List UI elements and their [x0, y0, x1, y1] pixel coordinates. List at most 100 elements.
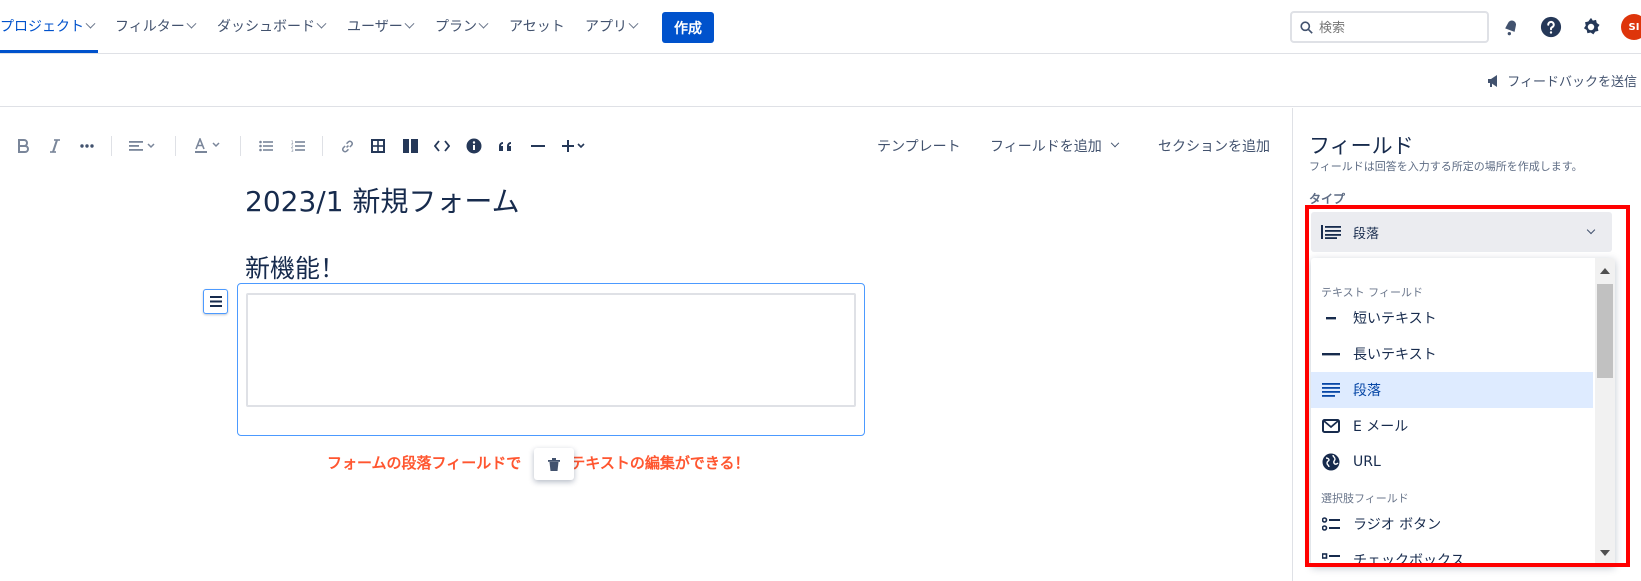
divider-button[interactable]	[528, 134, 548, 158]
help-button[interactable]	[1537, 13, 1565, 41]
nav-plans[interactable]: プラン	[435, 14, 489, 38]
option-email[interactable]: E メール	[1311, 408, 1593, 444]
nav-dashboards[interactable]: ダッシュボード	[217, 14, 327, 38]
nav-filters[interactable]: フィルター	[115, 14, 197, 38]
more-icon	[80, 144, 94, 148]
nav-assets[interactable]: アセット	[509, 14, 565, 38]
scroll-down-icon[interactable]	[1600, 550, 1610, 556]
template-button[interactable]: テンプレート	[877, 134, 961, 158]
avatar[interactable]: SI	[1621, 14, 1641, 40]
quote-button[interactable]	[496, 134, 516, 158]
option-checkboxes[interactable]: チェックボックス	[1311, 542, 1593, 566]
add-section-button[interactable]: セクションを追加	[1158, 134, 1270, 158]
dropdown-scrollbar[interactable]	[1595, 258, 1615, 566]
italic-button[interactable]	[46, 134, 64, 158]
paragraph-icon	[1321, 225, 1341, 239]
bold-button[interactable]	[14, 134, 32, 158]
code-button[interactable]	[432, 134, 452, 158]
field-type-select[interactable]: 段落	[1311, 212, 1612, 252]
field-type-handle[interactable]	[203, 289, 228, 314]
text-color-button[interactable]	[191, 134, 225, 158]
align-left-icon	[129, 141, 155, 151]
columns-icon	[402, 139, 418, 153]
option-url[interactable]: URL	[1311, 444, 1593, 480]
toolbar-divider	[240, 136, 241, 156]
bullet-list-icon	[259, 140, 273, 152]
chevron-down-icon	[316, 18, 327, 29]
paragraph-icon	[209, 296, 222, 307]
help-icon	[1540, 16, 1562, 38]
radio-list-icon	[1322, 517, 1340, 531]
bold-icon	[18, 139, 29, 153]
form-heading[interactable]: 新機能！	[245, 249, 345, 285]
panel-subtitle: フィールドは回答を入力する所定の場所を作成します。	[1309, 160, 1583, 173]
toolbar-divider	[175, 136, 176, 156]
insert-more-button[interactable]	[560, 134, 590, 158]
table-icon	[371, 139, 385, 153]
plus-icon	[562, 140, 585, 152]
group-text-fields: テキスト フィールド	[1321, 286, 1423, 299]
active-nav-indicator	[0, 50, 98, 53]
info-panel-button[interactable]	[464, 134, 484, 158]
layout-button[interactable]	[400, 134, 420, 158]
settings-button[interactable]	[1577, 13, 1605, 41]
info-icon	[466, 138, 482, 154]
delete-field-button[interactable]	[534, 448, 574, 480]
quote-icon	[499, 142, 511, 151]
type-label: タイプ	[1309, 192, 1346, 206]
nav-apps[interactable]: アプリ	[585, 14, 639, 38]
top-navigation: プロジェクト フィルター ダッシュボード ユーザー プラン アセット アプリ 作…	[0, 0, 1641, 54]
link-button[interactable]	[337, 134, 357, 158]
text-color-icon	[195, 138, 220, 153]
scroll-up-icon[interactable]	[1600, 268, 1610, 274]
numbered-list-button[interactable]: 123	[288, 134, 308, 158]
notifications-button[interactable]	[1497, 13, 1525, 41]
editor-toolbar: 123 テンプレート フィールドを追加 セクションを追加	[0, 108, 1290, 178]
chevron-down-icon	[1110, 138, 1119, 148]
long-text-icon	[1322, 352, 1340, 355]
chevron-down-icon	[628, 18, 639, 29]
chevron-down-icon	[1586, 225, 1596, 235]
horizontal-rule-icon	[531, 145, 545, 147]
option-long-text[interactable]: 長いテキスト	[1311, 336, 1593, 372]
chevron-down-icon	[404, 18, 415, 29]
more-formatting-button[interactable]	[76, 134, 98, 158]
checkbox-list-icon	[1322, 553, 1340, 559]
table-button[interactable]	[368, 134, 388, 158]
trash-icon	[548, 457, 560, 471]
search-input[interactable]	[1319, 19, 1469, 35]
add-field-button[interactable]: フィールドを追加	[990, 134, 1119, 158]
field-type-dropdown: テキスト フィールド 短いテキスト 長いテキスト 段落 E メール URL 選択…	[1311, 258, 1615, 566]
search-box[interactable]	[1290, 11, 1489, 43]
code-icon	[434, 140, 450, 152]
option-radio-buttons[interactable]: ラジオ ボタン	[1311, 506, 1593, 542]
nav-projects[interactable]: プロジェクト	[0, 14, 96, 38]
option-short-text[interactable]: 短いテキスト	[1311, 300, 1593, 336]
globe-icon	[1322, 453, 1340, 471]
search-icon	[1300, 20, 1313, 34]
email-icon	[1322, 419, 1340, 433]
short-text-icon	[1326, 316, 1336, 319]
toolbar-divider	[322, 136, 323, 156]
numbered-list-icon: 123	[291, 140, 305, 152]
toolbar-divider	[111, 136, 112, 156]
gear-icon	[1583, 17, 1600, 35]
sub-header: フィードバックを送信	[0, 55, 1641, 107]
alignment-button[interactable]	[126, 134, 160, 158]
paragraph-icon	[1322, 383, 1340, 397]
svg-text:3: 3	[291, 148, 294, 152]
chevron-down-icon	[186, 18, 197, 29]
bullet-list-button[interactable]	[256, 134, 276, 158]
scrollbar-thumb[interactable]	[1597, 284, 1613, 378]
option-paragraph[interactable]: 段落	[1311, 372, 1593, 408]
feedback-button[interactable]: フィードバックを送信	[1486, 71, 1637, 90]
chevron-down-icon	[85, 18, 96, 29]
nav-users[interactable]: ユーザー	[347, 14, 415, 38]
italic-icon	[50, 139, 60, 153]
group-choice-fields: 選択肢フィールド	[1321, 492, 1409, 505]
form-title[interactable]: 2023/1 新規フォーム	[245, 180, 520, 220]
create-button[interactable]: 作成	[662, 12, 714, 43]
chevron-down-icon	[478, 18, 489, 29]
paragraph-field-input[interactable]	[246, 293, 856, 407]
field-type-value: 段落	[1353, 226, 1380, 242]
